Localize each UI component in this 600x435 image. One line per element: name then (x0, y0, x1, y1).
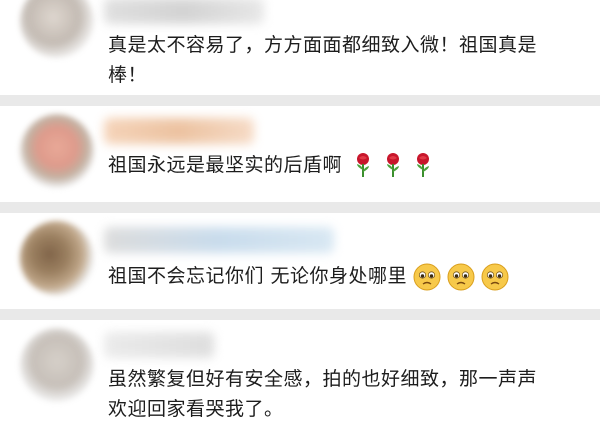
username-blurred[interactable] (104, 0, 264, 24)
username-blurred[interactable] (104, 118, 254, 144)
emoji-row (342, 151, 432, 181)
rose-icon (387, 152, 400, 177)
comment-text-line1: 祖国永远是最坚实的后盾啊 (108, 154, 343, 176)
crying-face-icon (447, 263, 475, 290)
crying-face-icon (413, 263, 441, 290)
rose-icon (357, 152, 370, 177)
comment-text: 祖国永远是最坚实的后盾啊 (108, 150, 586, 181)
comment-text: 祖国不会忘记你们 无论你身处哪里 (108, 261, 586, 292)
comment-item: 真是太不容易了，方方面面都细致入微！祖国真是 棒！ (0, 0, 600, 95)
comment-text-line1: 真是太不容易了，方方面面都细致入微！祖国真是 (108, 34, 538, 56)
comment-text-line2: 欢迎回家看哭我了。 (108, 398, 284, 420)
username-blurred[interactable] (104, 227, 334, 253)
comment-item: 祖国不会忘记你们 无论你身处哪里 (0, 213, 600, 309)
comment-text-line2: 棒！ (108, 64, 148, 86)
comment-text: 虽然繁复但好有安全感，拍的也好细致，那一声声 欢迎回家看哭我了。 (108, 364, 586, 424)
comment-feed: 真是太不容易了，方方面面都细致入微！祖国真是 棒！ 祖国永远是最坚实的后盾啊 祖… (0, 0, 600, 435)
rose-icon (417, 152, 430, 177)
emoji-row (407, 262, 509, 292)
crying-face-icon (481, 263, 509, 290)
comment-text-line1: 祖国不会忘记你们 无论你身处哪里 (108, 265, 408, 287)
username-blurred[interactable] (104, 332, 214, 358)
comment-text-line1: 虽然繁复但好有安全感，拍的也好细致，那一声声 (108, 368, 538, 390)
avatar[interactable] (20, 221, 94, 295)
avatar[interactable] (20, 0, 94, 58)
avatar[interactable] (20, 114, 94, 188)
comment-item: 虽然繁复但好有安全感，拍的也好细致，那一声声 欢迎回家看哭我了。 (0, 320, 600, 435)
comment-text: 真是太不容易了，方方面面都细致入微！祖国真是 棒！ (108, 30, 586, 90)
avatar[interactable] (20, 328, 94, 402)
comment-item: 祖国永远是最坚实的后盾啊 (0, 106, 600, 202)
